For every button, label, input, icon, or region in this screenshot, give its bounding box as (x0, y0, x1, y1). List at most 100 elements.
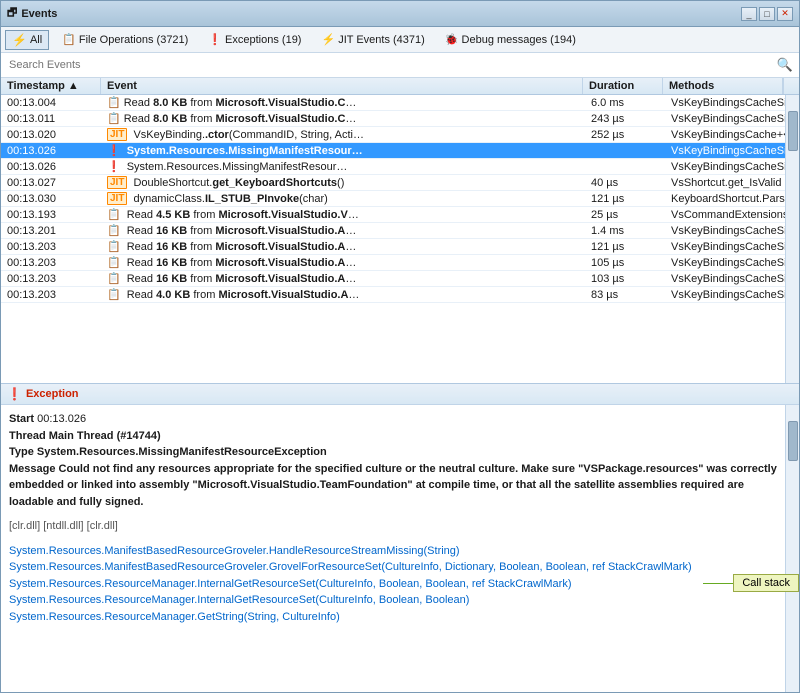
tab-file-ops-icon: 📋 (62, 33, 76, 46)
tab-debug-label: Debug messages (194) (462, 34, 576, 46)
search-input[interactable] (5, 57, 775, 73)
minimize-button[interactable]: _ (741, 7, 757, 21)
cell-ts: 00:13.203 (1, 287, 101, 302)
event-val: Read 4.0 KB from Microsoft.VisualStudio.… (127, 289, 360, 301)
cell-duration: 121 µs (585, 191, 665, 206)
scrollbar-thumb[interactable] (788, 111, 798, 151)
cell-ts: 00:13.004 (1, 95, 101, 110)
tab-file-ops[interactable]: 📋 File Operations (3721) (55, 30, 195, 49)
tab-all-label: All (30, 34, 42, 46)
cell-event: 📋Read 16 KB from Microsoft.VisualStudio.… (101, 255, 585, 270)
cell-ts: 00:13.203 (1, 255, 101, 270)
tab-debug[interactable]: 🐞 Debug messages (194) (438, 30, 583, 49)
cell-duration (585, 159, 665, 174)
col-event[interactable]: Event (101, 78, 583, 94)
cell-methods: VsKeyBindingsCacheSince' (665, 111, 785, 126)
tab-jit[interactable]: ⚡ JIT Events (4371) (314, 30, 431, 49)
table-row[interactable]: 00:13.203 📋Read 16 KB from Microsoft.Vis… (1, 239, 785, 255)
table-row[interactable]: 00:13.193 📋Read 4.5 KB from Microsoft.Vi… (1, 207, 785, 223)
table-scrollbar[interactable] (785, 95, 799, 383)
table-row[interactable]: 00:13.203 📋Read 4.0 KB from Microsoft.Vi… (1, 287, 785, 303)
dur-val: 6.0 ms (591, 97, 624, 109)
table-body: 00:13.004 📋Read 8.0 KB from Microsoft.Vi… (1, 95, 785, 383)
table-body-container: 00:13.004 📋Read 8.0 KB from Microsoft.Vi… (1, 95, 799, 383)
tab-all-icon: ⚡ (12, 33, 27, 47)
cell-duration: 83 µs (585, 287, 665, 302)
table-row[interactable]: 00:13.004 📋Read 8.0 KB from Microsoft.Vi… (1, 95, 785, 111)
cell-methods: VsKeyBindingsCacheSince' (665, 159, 785, 174)
event-val: Read 16 KB from Microsoft.VisualStudio.A… (127, 241, 357, 253)
cell-methods: VsKeyBindingsCacheSince' (665, 143, 785, 158)
row-icon-file: 📋 (107, 208, 121, 221)
call-link-4[interactable]: System.Resources.ResourceManager.GetStri… (9, 611, 340, 623)
row-icon-file: 📋 (107, 112, 121, 125)
cell-ts: 00:13.201 (1, 223, 101, 238)
call-stack-links: System.Resources.ManifestBasedResourceGr… (9, 543, 777, 626)
table-row[interactable]: 00:13.030 JITdynamicClass.IL_STUB_PInvok… (1, 191, 785, 207)
callstack-callout-label: Call stack (733, 574, 799, 592)
cell-methods: VsCommandExtensions.Ge (665, 207, 785, 222)
event-val: Read 8.0 KB from Microsoft.VisualStudio.… (124, 113, 357, 125)
cell-ts: 00:13.203 (1, 271, 101, 286)
maximize-button[interactable]: □ (759, 7, 775, 21)
event-val: Read 16 KB from Microsoft.VisualStudio.A… (127, 257, 357, 269)
col-event-label: Event (107, 80, 137, 92)
cell-duration (585, 143, 665, 158)
detail-panel: ❗ Exception Start 00:13.026 Thread Main … (1, 383, 799, 692)
cell-duration: 105 µs (585, 255, 665, 270)
call-link-3[interactable]: System.Resources.ResourceManager.Interna… (9, 594, 469, 606)
toolbar: ⚡ All 📋 File Operations (3721) ❗ Excepti… (1, 27, 799, 53)
col-duration[interactable]: Duration (583, 78, 663, 94)
table-row[interactable]: 00:13.203 📋 Read 16 KB from Microsoft.Vis… (1, 271, 785, 287)
callstack-callout: Call stack (703, 574, 799, 592)
title-bar-controls: _ □ ✕ (741, 7, 793, 21)
cell-event: JITVsKeyBinding..ctor(CommandID, String,… (101, 127, 585, 142)
cell-event: 📋Read 8.0 KB from Microsoft.VisualStudio… (101, 95, 585, 110)
table-area: Timestamp ▲ Event Duration Methods 00:13… (1, 78, 799, 383)
table-row[interactable]: 00:13.020 JITVsKeyBinding..ctor(CommandI… (1, 127, 785, 143)
event-val: DoubleShortcut.get_KeyboardShortcuts() (133, 177, 344, 189)
table-row[interactable]: 00:13.201 📋Read 16 KB from Microsoft.Vis… (1, 223, 785, 239)
cell-duration: 25 µs (585, 207, 665, 222)
call-link-1[interactable]: System.Resources.ManifestBasedResourceGr… (9, 561, 692, 573)
table-row[interactable]: 00:13.026 ❗System.Resources.MissingManif… (1, 159, 785, 175)
detail-scrollbar-thumb[interactable] (788, 421, 798, 461)
row-icon-file: 📋 (107, 272, 121, 285)
cell-methods: VsKeyBindingsCacheSince' (665, 239, 785, 254)
table-row-selected[interactable]: 00:13.026 ❗System.Resources.MissingManif… (1, 143, 785, 159)
table-row[interactable]: 00:13.011 📋Read 8.0 KB from Microsoft.Vi… (1, 111, 785, 127)
cell-methods: KeyboardShortcut.ParseKe (665, 191, 785, 206)
cell-methods: VsKeyBindingsCacheSince' (665, 255, 785, 270)
cell-ts: 00:13.193 (1, 207, 101, 222)
row-icon-file: 📋 (107, 224, 121, 237)
detail-body-container: Start 00:13.026 Thread Main Thread (#147… (1, 405, 799, 692)
cell-methods: VsKeyBindingsCache+<>c (665, 127, 785, 142)
tab-file-ops-label: File Operations (3721) (79, 34, 188, 46)
close-button[interactable]: ✕ (777, 7, 793, 21)
title-bar: 🗗 Events _ □ ✕ (1, 1, 799, 27)
detail-body: Start 00:13.026 Thread Main Thread (#147… (1, 405, 785, 692)
cell-methods: VsKeyBindingsCacheSince' (665, 271, 785, 286)
cell-methods: VsKeyBindingsCacheSince' (665, 287, 785, 302)
cell-ts: 00:13.030 (1, 191, 101, 206)
tab-all[interactable]: ⚡ All (5, 30, 49, 50)
event-val: Read 8.0 KB from Microsoft.VisualStudio.… (124, 97, 357, 109)
table-row[interactable]: 00:13.027 JITDoubleShortcut.get_Keyboard… (1, 175, 785, 191)
row-icon-file: 📋 (107, 240, 121, 253)
search-icon[interactable]: 🔍 (775, 55, 795, 75)
col-timestamp[interactable]: Timestamp ▲ (1, 78, 101, 94)
col-methods[interactable]: Methods (663, 78, 783, 94)
call-link-2[interactable]: System.Resources.ResourceManager.Interna… (9, 578, 571, 590)
cell-duration: 243 µs (585, 111, 665, 126)
title-bar-left: 🗗 Events (7, 4, 57, 23)
detail-separator2 (9, 535, 777, 543)
cell-duration: 252 µs (585, 127, 665, 142)
detail-scrollbar[interactable]: Call stack (785, 405, 799, 692)
cell-event: ❗ System.Resources.MissingManifestResour… (101, 159, 585, 174)
tab-exceptions[interactable]: ❗ Exceptions (19) (201, 30, 308, 49)
call-link-0[interactable]: System.Resources.ManifestBasedResourceGr… (9, 545, 460, 557)
row-icon-exc: ❗ (107, 160, 121, 173)
table-row[interactable]: 00:13.203 📋Read 16 KB from Microsoft.Vis… (1, 255, 785, 271)
event-val: System.Resources.MissingManifestResour… (127, 161, 348, 173)
event-val: Read 16 KB from Microsoft.VisualStudio.A… (127, 273, 357, 285)
